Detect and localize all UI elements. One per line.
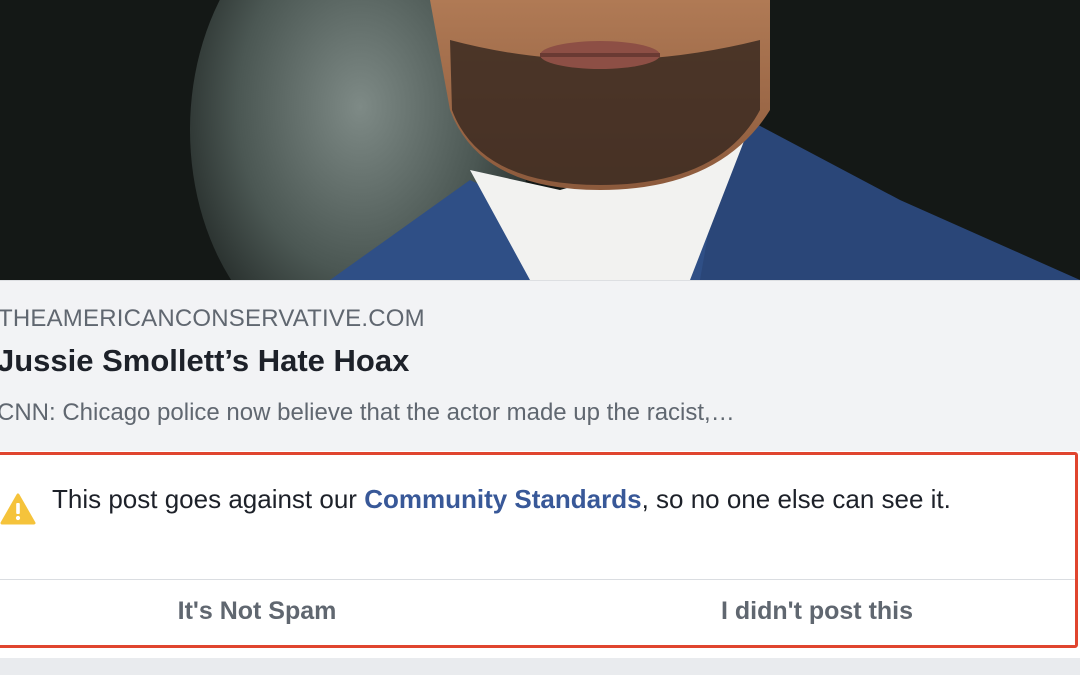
link-preview-image[interactable] (0, 0, 1080, 280)
card-bottom-edge (0, 658, 1080, 675)
notice-actions: It's Not Spam I didn't post this (0, 580, 1075, 642)
notice-text-after: , so no one else can see it. (641, 484, 951, 514)
portrait-photo (0, 0, 1080, 280)
didnt-post-button[interactable]: I didn't post this (677, 580, 957, 642)
community-standards-notice: This post goes against our Community Sta… (0, 452, 1078, 648)
notice-text: This post goes against our Community Sta… (52, 479, 1052, 519)
link-preview[interactable]: THEAMERICANCONSERVATIVE.COM Jussie Smoll… (0, 280, 1080, 451)
link-description: CNN: Chicago police now believe that the… (0, 399, 735, 426)
not-spam-button[interactable]: It's Not Spam (137, 580, 377, 642)
link-domain: THEAMERICANCONSERVATIVE.COM (0, 305, 425, 332)
notice-text-before: This post goes against our (52, 484, 365, 514)
link-headline[interactable]: Jussie Smollett’s Hate Hoax (0, 343, 409, 379)
post-card: THEAMERICANCONSERVATIVE.COM Jussie Smoll… (0, 0, 1080, 675)
community-standards-link[interactable]: Community Standards (364, 484, 641, 514)
warning-triangle-icon (0, 493, 36, 525)
